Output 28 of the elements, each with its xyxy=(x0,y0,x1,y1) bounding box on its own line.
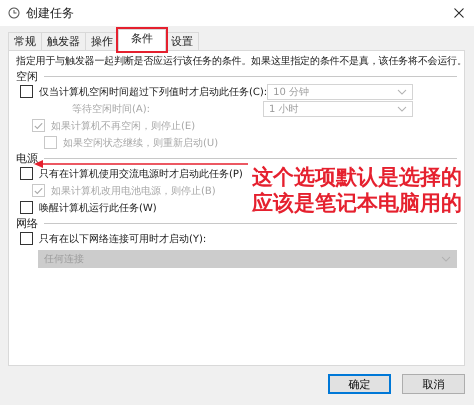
window-title: 创建任务 xyxy=(26,4,75,22)
checkbox[interactable] xyxy=(20,201,33,214)
tab[interactable]: 常规 xyxy=(8,32,42,50)
tab[interactable]: 设置 xyxy=(165,32,199,50)
section-title: 空闲 xyxy=(16,68,38,84)
annotation-text: 应该是笔记本电脑用的 xyxy=(252,190,462,216)
checkbox-label: 如果计算机不再空闲，则停止(E) xyxy=(51,120,196,132)
chevron-icon xyxy=(397,88,407,94)
clock-icon xyxy=(8,7,20,19)
chevron-icon xyxy=(397,106,407,112)
checkbox[interactable] xyxy=(20,85,33,98)
checkbox[interactable] xyxy=(20,167,33,180)
field-label: 等待空闲时间(A): xyxy=(72,102,150,116)
checkbox-label: 唤醒计算机运行此任务(W) xyxy=(39,202,157,214)
checkbox-label: 只有在计算机使用交流电源时才启动此任务(P) xyxy=(39,168,243,180)
checkbox-label: 只有在以下网络连接可用时才启动(Y): xyxy=(39,232,206,246)
tab[interactable]: 条件 xyxy=(118,29,166,51)
checkbox-label: 仅当计算机空闲时间超过下列值时才启动此任务(C): xyxy=(39,86,268,98)
checkbox-label: 如果计算机改用电池电源，则停止(B) xyxy=(51,184,216,198)
section-title: 网络 xyxy=(16,216,38,230)
dialog-button[interactable]: 取消 xyxy=(402,374,465,394)
dialog-button[interactable]: 确定 xyxy=(328,374,391,394)
checkbox[interactable] xyxy=(20,232,33,245)
annotation-text: 这个选项默认是选择的 xyxy=(252,164,462,190)
section-title: 电源 xyxy=(16,150,38,166)
close-icon[interactable] xyxy=(454,8,464,18)
checkbox-label: 如果空闲状态继续，则重新启动(U) xyxy=(63,136,218,150)
chevron-icon xyxy=(441,256,451,262)
